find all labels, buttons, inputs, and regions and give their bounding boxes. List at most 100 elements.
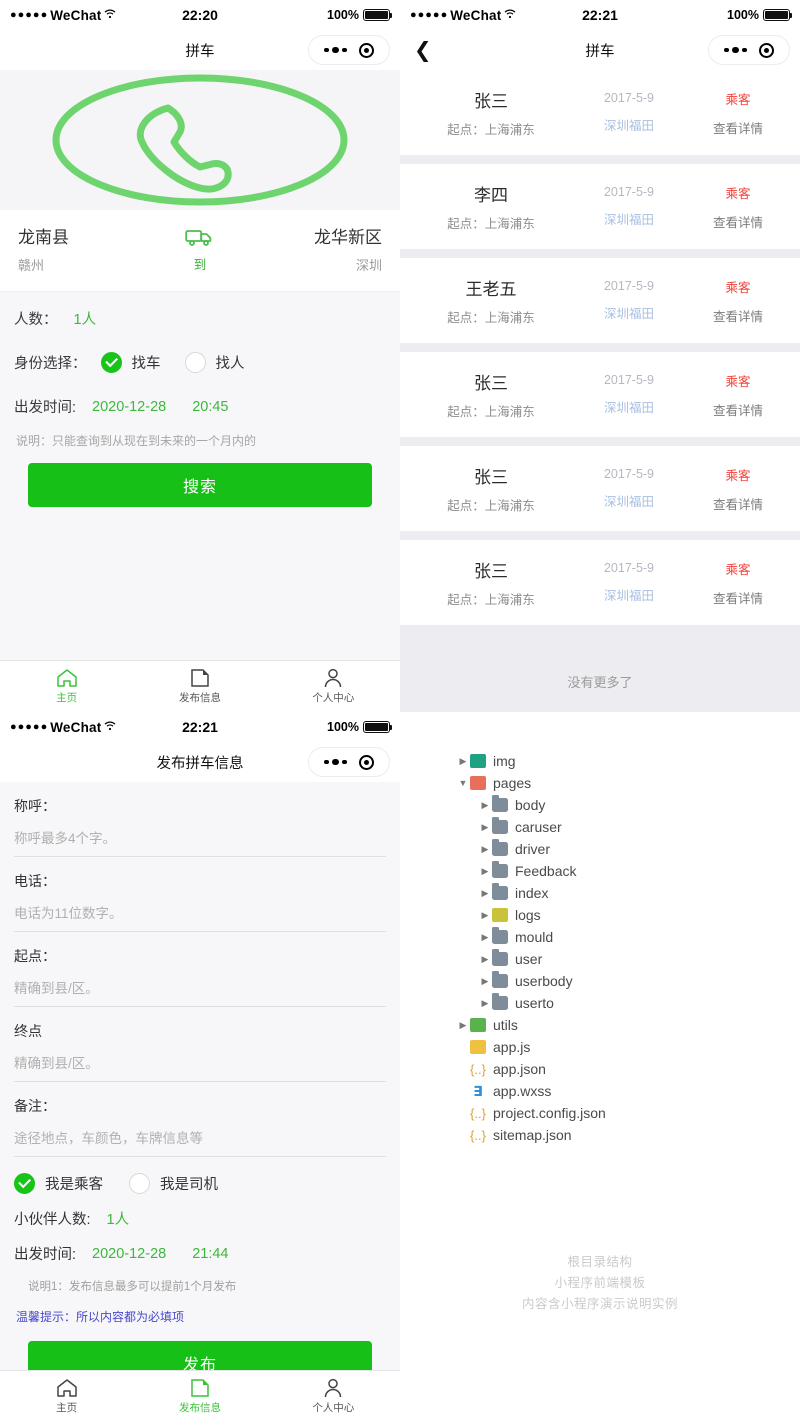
- table-row[interactable]: 张三 起点：上海浦东 2017-5-9 深圳福田 乘客 查看详情: [400, 540, 800, 625]
- tree-node[interactable]: ▶ mould: [456, 926, 800, 948]
- field-input[interactable]: 精确到县/区。: [14, 1052, 386, 1082]
- view-detail-link[interactable]: 查看详情: [692, 588, 784, 607]
- radio-driver[interactable]: [129, 1173, 150, 1194]
- tree-node[interactable]: ∃ app.wxss: [456, 1080, 800, 1102]
- tree-node[interactable]: ▶ index: [456, 882, 800, 904]
- tree-node[interactable]: ▶ img: [456, 750, 800, 772]
- depart-time-value[interactable]: 20:45: [192, 399, 228, 415]
- wechat-capsule[interactable]: [308, 35, 390, 65]
- table-row[interactable]: 张三 起点：上海浦东 2017-5-9 深圳福田 乘客 查看详情: [400, 352, 800, 437]
- publish-depart-time[interactable]: 21:44: [192, 1246, 228, 1262]
- chevron-right-icon[interactable]: ▶: [478, 800, 492, 811]
- chevron-right-icon[interactable]: ▶: [478, 910, 492, 921]
- nav-bar: 发布拼车信息: [0, 742, 400, 782]
- tab-publish[interactable]: 发布信息: [133, 1378, 266, 1415]
- chevron-left-icon[interactable]: ❮: [414, 40, 432, 61]
- partner-count-value[interactable]: 1人: [107, 1208, 130, 1229]
- field-input[interactable]: 途径地点，车颜色，车牌信息等: [14, 1127, 386, 1157]
- table-row[interactable]: 张三 起点：上海浦东 2017-5-9 深圳福田 乘客 查看详情: [400, 446, 800, 531]
- chevron-right-icon[interactable]: ▶: [478, 844, 492, 855]
- json-file-icon: {..}: [470, 1061, 486, 1077]
- chevron-right-icon[interactable]: ▶: [456, 756, 470, 767]
- folder-folder-icon: [492, 927, 508, 944]
- trip-date: 2017-5-9: [603, 279, 655, 293]
- field-input[interactable]: 称呼最多4个字。: [14, 827, 386, 857]
- form-field: 电话： 电话为11位数字。: [14, 871, 386, 932]
- radio-find-car-label[interactable]: 找车: [132, 352, 161, 373]
- tab-profile-label: 个人中心: [312, 1402, 355, 1414]
- table-row[interactable]: 张三 起点：上海浦东 2017-5-9 深圳福田 乘客 查看详情: [400, 70, 800, 155]
- close-target-icon[interactable]: [758, 42, 774, 58]
- route-summary[interactable]: 龙南县 赣州 到 龙华新区 深圳: [0, 210, 400, 292]
- chevron-right-icon[interactable]: ▶: [478, 888, 492, 899]
- identity-row: 身份选择： 找车 找人: [14, 352, 386, 373]
- publish-depart-date[interactable]: 2020-12-28: [92, 1246, 166, 1262]
- tree-node[interactable]: ▶ driver: [456, 838, 800, 860]
- field-input[interactable]: 电话为11位数字。: [14, 902, 386, 932]
- view-detail-link[interactable]: 查看详情: [692, 118, 784, 137]
- tree-node[interactable]: app.js: [456, 1036, 800, 1058]
- tree-node[interactable]: ▶ body: [456, 794, 800, 816]
- tree-node-label: driver: [515, 841, 551, 857]
- more-icon[interactable]: [724, 46, 747, 54]
- tree-node[interactable]: {..} project.config.json: [456, 1102, 800, 1124]
- search-button[interactable]: 搜索: [28, 463, 372, 507]
- wechat-capsule[interactable]: [708, 35, 790, 65]
- radio-passenger-label[interactable]: 我是乘客: [45, 1173, 103, 1194]
- tree-node[interactable]: ▶ userto: [456, 992, 800, 1014]
- origin-city: 龙南县: [18, 228, 69, 248]
- tab-profile[interactable]: 个人中心: [267, 668, 400, 705]
- view-detail-link[interactable]: 查看详情: [692, 400, 784, 419]
- table-row[interactable]: 王老五 起点：上海浦东 2017-5-9 深圳福田 乘客 查看详情: [400, 258, 800, 343]
- more-icon[interactable]: [324, 758, 347, 766]
- tab-home[interactable]: 主页: [0, 668, 133, 705]
- chevron-right-icon[interactable]: ▶: [478, 998, 492, 1009]
- field-input[interactable]: 精确到县/区。: [14, 977, 386, 1007]
- status-right: 100%: [327, 720, 393, 734]
- table-row[interactable]: 李四 起点：上海浦东 2017-5-9 深圳福田 乘客 查看详情: [400, 164, 800, 249]
- tree-node-label: user: [515, 951, 543, 967]
- tree-node[interactable]: ▶ utils: [456, 1014, 800, 1036]
- tree-node[interactable]: ▶ user: [456, 948, 800, 970]
- more-icon[interactable]: [324, 46, 347, 54]
- depart-date-value[interactable]: 2020-12-28: [92, 399, 166, 415]
- chevron-right-icon[interactable]: ▶: [478, 932, 492, 943]
- chevron-down-icon[interactable]: ▼: [456, 778, 470, 788]
- json-file-icon: {..}: [470, 1105, 486, 1121]
- chevron-right-icon[interactable]: ▶: [478, 976, 492, 987]
- view-detail-link[interactable]: 查看详情: [692, 494, 784, 513]
- people-count-value[interactable]: 1人: [74, 308, 97, 329]
- tab-home[interactable]: 主页: [0, 1378, 133, 1415]
- tree-node[interactable]: ▶ userbody: [456, 970, 800, 992]
- tree-node[interactable]: {..} sitemap.json: [456, 1124, 800, 1146]
- tree-node-label: mould: [515, 929, 554, 945]
- folder-folder-icon: [492, 993, 508, 1010]
- rider-info: 张三 起点：上海浦东: [416, 557, 566, 608]
- publish-form: 称呼： 称呼最多4个字。 电话： 电话为11位数字。 起点： 精确到县/区。 终点 精确到县/…: [0, 782, 400, 1385]
- close-target-icon[interactable]: [358, 42, 374, 58]
- tree-node[interactable]: ▶ caruser: [456, 816, 800, 838]
- tree-node-label: body: [515, 797, 546, 813]
- wechat-capsule[interactable]: [308, 747, 390, 777]
- radio-find-person[interactable]: [184, 352, 206, 373]
- view-detail-link[interactable]: 查看详情: [692, 306, 784, 325]
- chevron-right-icon[interactable]: ▶: [478, 822, 492, 833]
- tree-node[interactable]: ▶ logs: [456, 904, 800, 926]
- tab-publish[interactable]: 发布信息: [133, 668, 266, 705]
- close-target-icon[interactable]: [358, 754, 374, 770]
- watermark-text: 根目录结构 小程序前端模板 内容含小程序演示说明实例: [400, 1252, 800, 1315]
- tree-node[interactable]: {..} app.json: [456, 1058, 800, 1080]
- rider-name: 张三: [474, 374, 508, 393]
- tree-node[interactable]: ▼ pages: [456, 772, 800, 794]
- chevron-right-icon[interactable]: ▶: [478, 954, 492, 965]
- people-count-row[interactable]: 人数： 1人: [14, 308, 386, 329]
- chevron-right-icon[interactable]: ▶: [456, 1020, 470, 1031]
- radio-passenger[interactable]: [14, 1173, 35, 1194]
- view-detail-link[interactable]: 查看详情: [692, 212, 784, 231]
- radio-driver-label[interactable]: 我是司机: [160, 1173, 218, 1194]
- tree-node[interactable]: ▶ Feedback: [456, 860, 800, 882]
- radio-find-person-label[interactable]: 找人: [216, 352, 245, 373]
- chevron-right-icon[interactable]: ▶: [478, 866, 492, 877]
- tab-profile[interactable]: 个人中心: [267, 1378, 400, 1415]
- radio-find-car[interactable]: [100, 352, 122, 373]
